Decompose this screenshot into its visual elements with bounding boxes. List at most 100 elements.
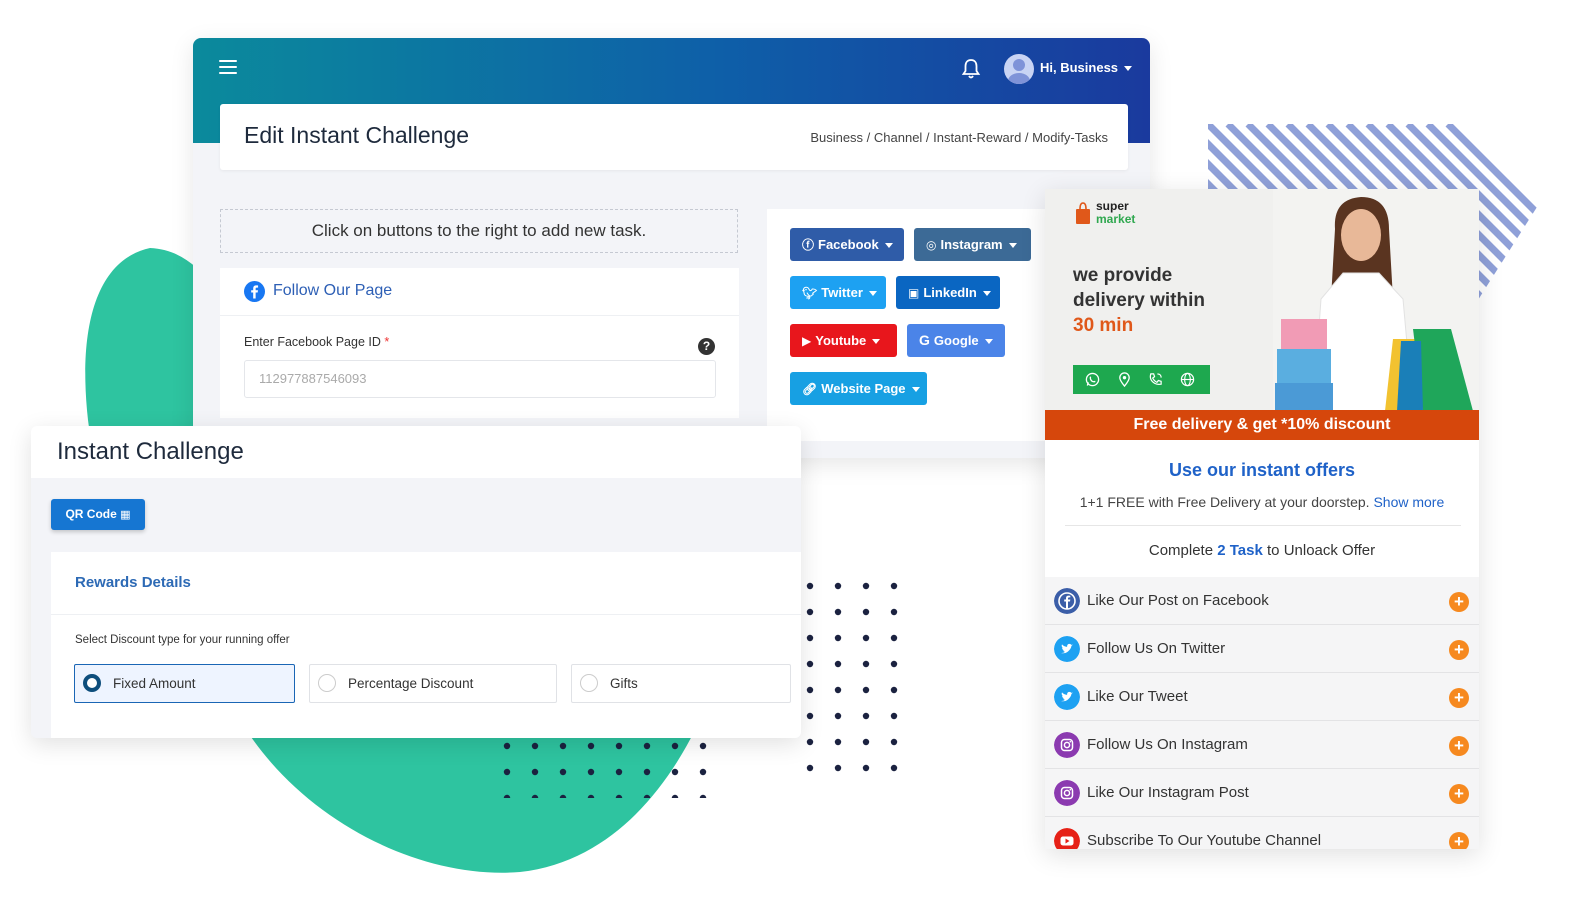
- decorative-dot: [862, 660, 870, 668]
- task-label: Follow Us On Twitter: [1087, 640, 1226, 657]
- list-item[interactable]: Like Our Post on Facebook +: [1045, 577, 1479, 625]
- task-label: Like Our Tweet: [1087, 688, 1188, 705]
- decorative-dot: [531, 768, 539, 776]
- option-gifts[interactable]: Gifts: [571, 664, 791, 703]
- task-label: Follow Us On Instagram: [1087, 736, 1248, 753]
- decorative-dot: [806, 660, 814, 668]
- logo-text-market: market: [1096, 212, 1136, 226]
- radio-selected-icon: [83, 674, 101, 692]
- instant-challenge-title: Instant Challenge: [57, 438, 244, 465]
- decorative-dot: [890, 634, 898, 642]
- list-item[interactable]: Like Our Tweet +: [1045, 673, 1479, 721]
- add-task-plus-icon[interactable]: +: [1449, 784, 1469, 804]
- task-card-header: Follow Our Page: [220, 268, 739, 316]
- option-fixed-amount[interactable]: Fixed Amount: [74, 664, 295, 703]
- decorative-dot: [806, 738, 814, 746]
- decorative-dot: [671, 742, 679, 750]
- list-item[interactable]: Subscribe To Our Youtube Channel +: [1045, 817, 1479, 849]
- twitter-icon: 🐦︎: [802, 286, 818, 300]
- decorative-dot: [862, 582, 870, 590]
- decorative-dot: [890, 738, 898, 746]
- show-more-link[interactable]: Show more: [1373, 494, 1444, 510]
- facebook-page-id-label-text: Enter Facebook Page ID: [244, 335, 381, 349]
- qr-code-button[interactable]: QR Code ▦: [51, 499, 145, 530]
- chevron-down-icon: [872, 339, 881, 345]
- decorative-dot: [890, 686, 898, 694]
- menu-icon[interactable]: [219, 60, 237, 76]
- whatsapp-icon[interactable]: [1085, 372, 1100, 387]
- linkedin-icon: ▣: [908, 286, 920, 300]
- add-task-hint: Click on buttons to the right to add new…: [220, 209, 738, 253]
- website-page-dropdown-button[interactable]: 🔗︎ Website Page: [790, 372, 927, 405]
- facebook-page-id-input[interactable]: 112977887546093: [244, 360, 716, 398]
- decorative-dot: [531, 742, 539, 750]
- unlock-suffix: to Unloack Offer: [1267, 542, 1376, 559]
- unlock-prefix: Complete: [1148, 542, 1214, 559]
- task-title: Follow Our Page: [273, 282, 393, 299]
- decorative-dot: [615, 794, 623, 798]
- linkedin-dropdown-button[interactable]: ▣ LinkedIn: [896, 276, 1000, 309]
- option-percentage-discount[interactable]: Percentage Discount: [309, 664, 557, 703]
- decorative-dot: [834, 660, 842, 668]
- instagram-dropdown-button[interactable]: ◎ Instagram: [914, 228, 1031, 261]
- decorative-dot: [559, 742, 567, 750]
- divider: [1065, 525, 1461, 526]
- avatar[interactable]: [1004, 54, 1034, 84]
- location-pin-icon[interactable]: [1117, 372, 1132, 387]
- add-task-plus-icon[interactable]: +: [1449, 688, 1469, 708]
- rewards-details-panel: Rewards Details Select Discount type for…: [51, 552, 801, 738]
- list-item[interactable]: Follow Us On Instagram +: [1045, 721, 1479, 769]
- offer-description-text: 1+1 FREE with Free Delivery at your door…: [1079, 494, 1370, 510]
- google-dropdown-button[interactable]: G Google: [907, 324, 1005, 357]
- offer-task-list: Like Our Post on Facebook + Follow Us On…: [1045, 577, 1479, 849]
- bell-icon[interactable]: [961, 58, 981, 80]
- globe-icon[interactable]: [1180, 372, 1195, 387]
- unlock-requirement: Complete 2 Task to Unloack Offer: [1045, 542, 1479, 559]
- google-icon: G: [919, 332, 930, 348]
- decorative-dot: [806, 712, 814, 720]
- phone-icon[interactable]: [1148, 372, 1163, 387]
- facebook-button-label: Facebook: [818, 237, 879, 252]
- task-label: Like Our Post on Facebook: [1087, 592, 1269, 609]
- decorative-dot: [806, 686, 814, 694]
- instagram-icon: ◎: [926, 238, 937, 252]
- decorative-dot: [834, 686, 842, 694]
- youtube-button-label: Youtube: [815, 333, 867, 348]
- unlock-task-count: 2 Task: [1217, 542, 1263, 559]
- decorative-dot: [587, 794, 595, 798]
- help-icon[interactable]: ?: [698, 338, 715, 355]
- list-item[interactable]: Like Our Instagram Post +: [1045, 769, 1479, 817]
- shopping-bag-icon: [1076, 202, 1090, 224]
- instant-challenge-card: Instant Challenge QR Code ▦ Rewards Deta…: [31, 426, 801, 738]
- decorative-dot: [834, 634, 842, 642]
- decorative-dot: [587, 742, 595, 750]
- option-label: Percentage Discount: [348, 676, 474, 691]
- decorative-dot: [862, 686, 870, 694]
- decorative-dot: [890, 608, 898, 616]
- option-label: Fixed Amount: [113, 676, 196, 691]
- offer-description: 1+1 FREE with Free Delivery at your door…: [1045, 494, 1479, 510]
- option-label: Gifts: [610, 676, 638, 691]
- decorative-dot: [834, 712, 842, 720]
- offer-title: Use our instant offers: [1168, 460, 1356, 480]
- list-item[interactable]: Follow Us On Twitter +: [1045, 625, 1479, 673]
- youtube-dropdown-button[interactable]: ▶ Youtube: [790, 324, 897, 357]
- add-task-plus-icon[interactable]: +: [1449, 832, 1469, 849]
- user-menu[interactable]: Hi, Business: [1040, 60, 1133, 75]
- add-task-plus-icon[interactable]: +: [1449, 592, 1469, 612]
- decorative-dot: [643, 742, 651, 750]
- add-task-plus-icon[interactable]: +: [1449, 736, 1469, 756]
- promo-banner: super market we provide delivery within …: [1045, 189, 1479, 411]
- google-button-label: Google: [933, 333, 979, 348]
- decorative-dot: [699, 742, 707, 750]
- twitter-icon: [1054, 636, 1080, 662]
- add-task-plus-icon[interactable]: +: [1449, 640, 1469, 660]
- twitter-dropdown-button[interactable]: 🐦︎ Twitter: [790, 276, 886, 309]
- link-icon: 🔗︎: [802, 382, 818, 396]
- instagram-button-label: Instagram: [940, 237, 1003, 252]
- decorative-dot: [806, 582, 814, 590]
- decorative-dot: [643, 794, 651, 798]
- decorative-dot: [559, 768, 567, 776]
- facebook-dropdown-button[interactable]: ⓕ Facebook: [790, 228, 904, 261]
- banner-headline-line1: we provide: [1073, 265, 1173, 286]
